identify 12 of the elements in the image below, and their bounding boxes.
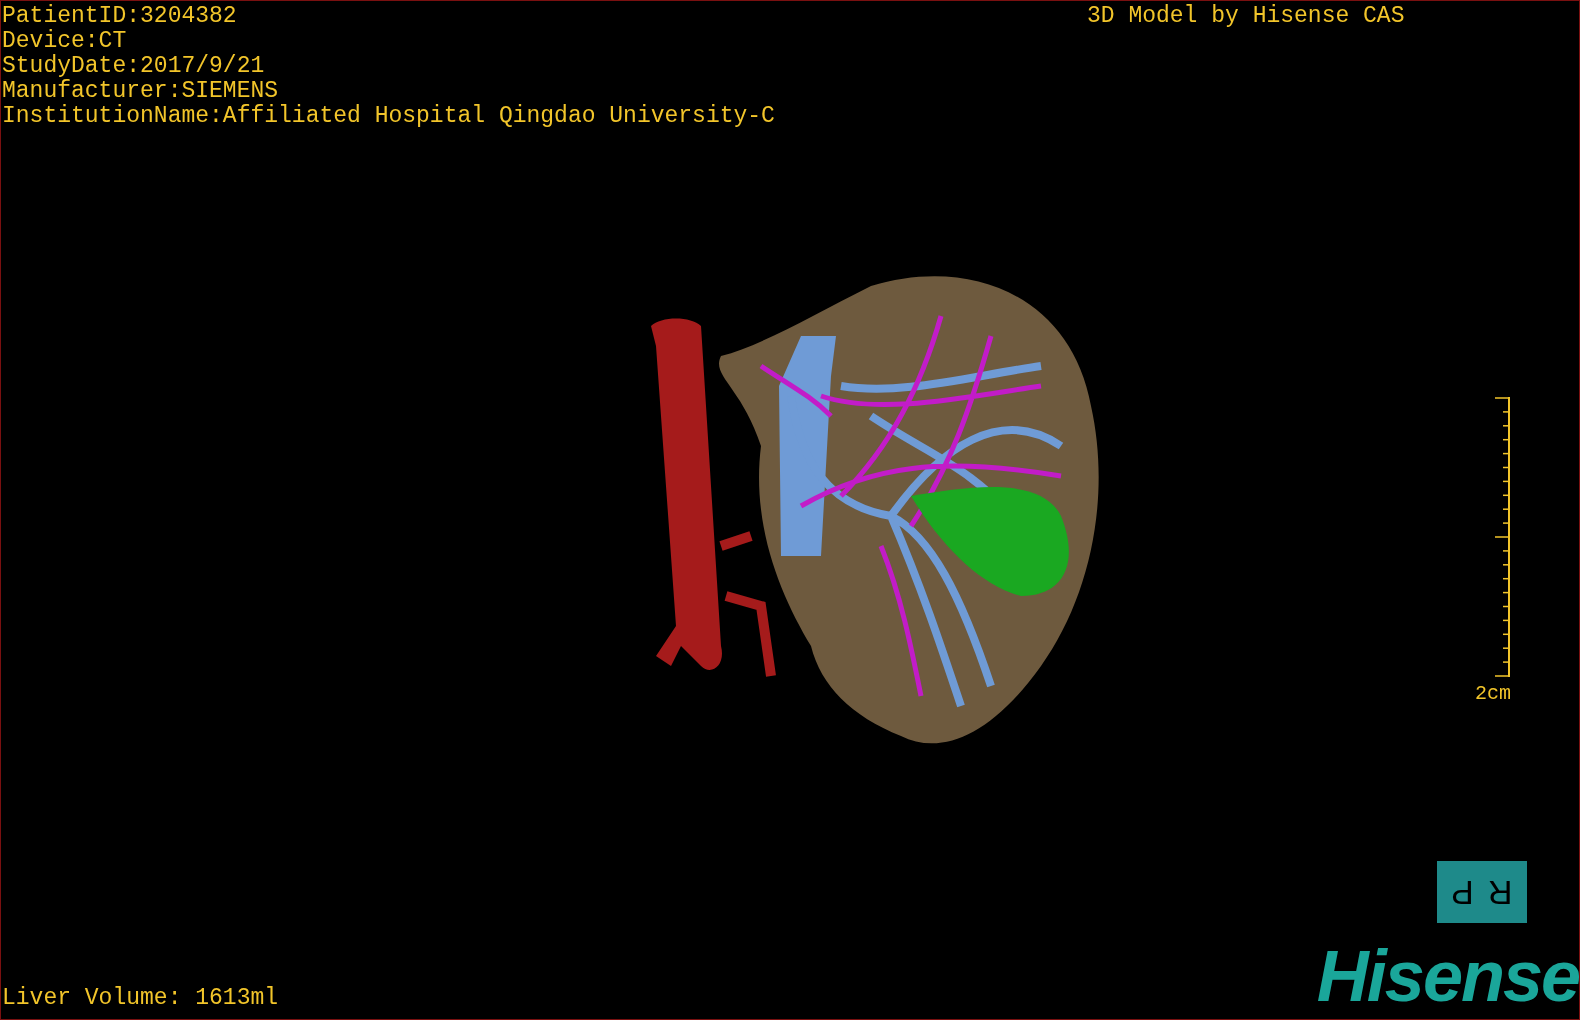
orientation-cube[interactable]: P R — [1437, 861, 1527, 923]
logo-text: Hisense — [1316, 936, 1579, 1016]
liver-volume-text: Liver Volume: 1613ml — [2, 986, 279, 1011]
patient-info-text: PatientID:3204382 — [2, 4, 238, 29]
patient-info-text: Manufacturer:SIEMENS — [2, 79, 280, 104]
patient-info-text: InstitutionName:Affiliated Hospital Qingdao University-C — [2, 104, 775, 129]
patient-info-text: Device:CT — [2, 29, 128, 54]
orientation-letter: R — [1488, 872, 1513, 912]
model-caption: 3D Model by Hisense CAS — [1087, 4, 1405, 29]
patient-info-text: StudyDate:2017/9/21 — [2, 54, 266, 79]
orientation-letter: P — [1451, 872, 1474, 912]
scale-label: 2cm — [1475, 681, 1511, 706]
